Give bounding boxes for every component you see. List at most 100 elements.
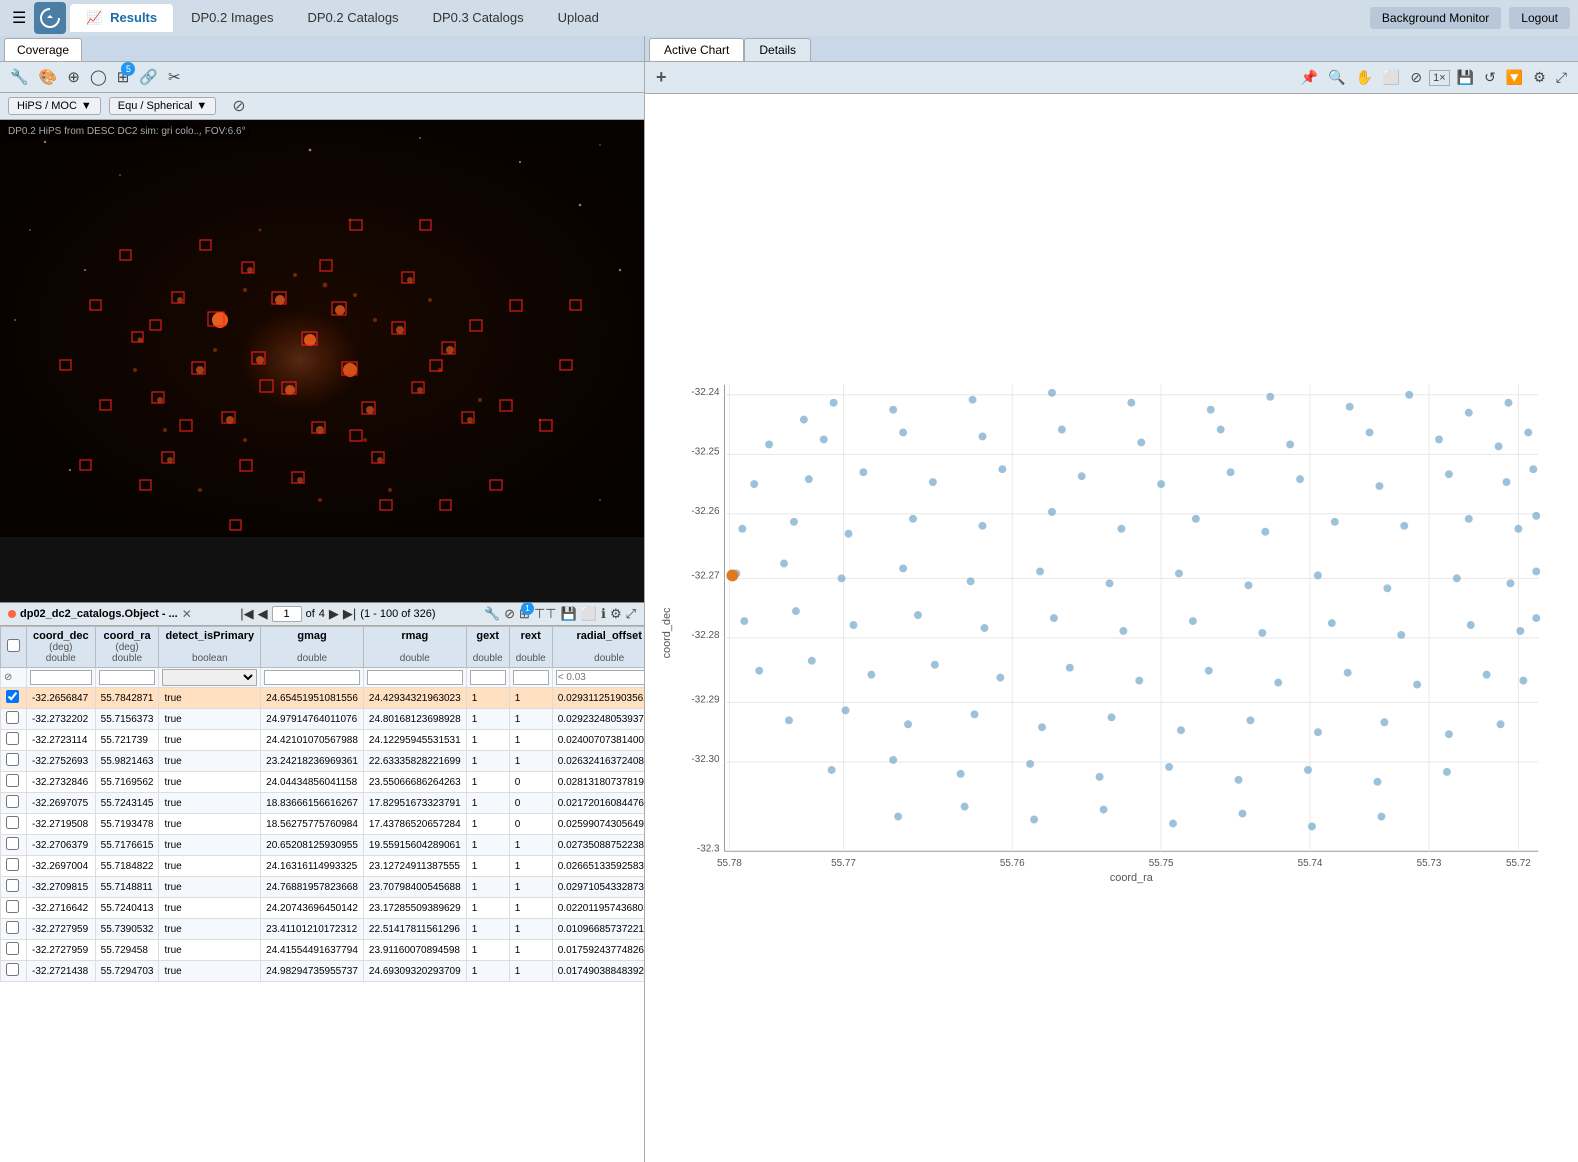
table-tools-icon[interactable]: 🔧 bbox=[484, 606, 500, 622]
filter-radial-offset-input[interactable] bbox=[556, 670, 644, 685]
table-row[interactable]: -32.269707555.7243145true18.836661566162… bbox=[1, 793, 645, 814]
table-row[interactable]: -32.270981555.7148811true24.768819578236… bbox=[1, 877, 645, 898]
filter-coord-dec[interactable] bbox=[27, 668, 96, 688]
row-checkbox[interactable] bbox=[6, 711, 19, 724]
table-row[interactable]: -32.265684755.7842871true24.654519510815… bbox=[1, 688, 645, 709]
row-checkbox[interactable] bbox=[6, 858, 19, 871]
chart-save-icon[interactable]: 💾 bbox=[1454, 67, 1477, 88]
row-checkbox-cell[interactable] bbox=[1, 793, 27, 814]
table-save-icon[interactable]: 💾 bbox=[561, 606, 577, 622]
add-chart-icon[interactable]: + bbox=[653, 65, 670, 90]
table-tab-close[interactable]: ✕ bbox=[182, 607, 192, 621]
table-row[interactable]: -32.269700455.7184822true24.163161149933… bbox=[1, 856, 645, 877]
chain-icon[interactable]: 🔗 bbox=[137, 66, 160, 88]
row-checkbox[interactable] bbox=[6, 837, 19, 850]
tab-details[interactable]: Details bbox=[744, 38, 811, 61]
recenter-icon[interactable]: ⊕ bbox=[65, 66, 82, 88]
table-row[interactable]: -32.272795955.7390532true23.411012101723… bbox=[1, 919, 645, 940]
row-checkbox-cell[interactable] bbox=[1, 940, 27, 961]
row-checkbox-cell[interactable] bbox=[1, 751, 27, 772]
tab-dp02-images[interactable]: DP0.2 Images bbox=[175, 4, 289, 32]
chart-hand-icon[interactable]: ✋ bbox=[1352, 67, 1375, 88]
table-row[interactable]: -32.275269355.9821463true23.242182369693… bbox=[1, 751, 645, 772]
chart-refresh-icon[interactable]: ↺ bbox=[1481, 67, 1499, 88]
filter-detect-isprimary[interactable]: truefalse bbox=[159, 668, 261, 688]
table-row[interactable]: -32.272143855.7294703true24.982947359557… bbox=[1, 961, 645, 982]
filter-rext[interactable] bbox=[509, 668, 552, 688]
scissors-icon[interactable]: ✂ bbox=[166, 66, 183, 88]
wrench-icon[interactable]: 🔧 bbox=[8, 66, 31, 88]
row-checkbox-cell[interactable] bbox=[1, 961, 27, 982]
filter-gext-input[interactable] bbox=[470, 670, 506, 685]
table-row[interactable]: -32.271950855.7193478true18.562757757609… bbox=[1, 814, 645, 835]
row-checkbox[interactable] bbox=[6, 753, 19, 766]
page-number-input[interactable]: 1 bbox=[272, 606, 302, 622]
background-monitor-button[interactable]: Background Monitor bbox=[1370, 7, 1501, 29]
chart-zoom-1x-icon[interactable]: 1× bbox=[1429, 70, 1450, 86]
chart-expand-icon[interactable]: ⤢ bbox=[1553, 67, 1570, 88]
table-badge-icon[interactable]: ⊞1 bbox=[519, 606, 530, 622]
row-checkbox[interactable] bbox=[6, 900, 19, 913]
tab-upload[interactable]: Upload bbox=[542, 4, 615, 32]
chart-pin-icon[interactable]: 📌 bbox=[1298, 67, 1321, 88]
filter-rmag[interactable] bbox=[363, 668, 466, 688]
chart-filter-icon[interactable]: ⊘ bbox=[1407, 67, 1425, 88]
row-checkbox-cell[interactable] bbox=[1, 688, 27, 709]
hips-moc-dropdown[interactable]: HiPS / MOC ▼ bbox=[8, 97, 101, 115]
palette-icon[interactable]: 🎨 bbox=[37, 66, 60, 88]
filter-coord-ra[interactable] bbox=[95, 668, 159, 688]
row-checkbox-cell[interactable] bbox=[1, 709, 27, 730]
table-row[interactable]: -32.270637955.7176615true20.652081259309… bbox=[1, 835, 645, 856]
table-info-icon[interactable]: ℹ bbox=[601, 606, 606, 622]
row-checkbox[interactable] bbox=[6, 942, 19, 955]
filter-gmag-input[interactable] bbox=[264, 670, 360, 685]
hamburger-icon[interactable]: ☰ bbox=[8, 4, 30, 32]
row-checkbox[interactable] bbox=[6, 795, 19, 808]
tab-results[interactable]: 📈 Results bbox=[70, 4, 173, 32]
row-checkbox[interactable] bbox=[6, 732, 19, 745]
table-row[interactable]: -32.272311455.721739true24.4210107056798… bbox=[1, 730, 645, 751]
filter-gmag[interactable] bbox=[261, 668, 364, 688]
coord-dropdown[interactable]: Equ / Spherical ▼ bbox=[109, 97, 217, 115]
table-scroll-area[interactable]: coord_dec (deg) double coord_ra (deg) do… bbox=[0, 626, 644, 1162]
row-checkbox-cell[interactable] bbox=[1, 772, 27, 793]
layers-icon[interactable]: ⊞5 bbox=[115, 66, 132, 88]
row-checkbox-cell[interactable] bbox=[1, 814, 27, 835]
table-row[interactable]: -32.273284655.7169562true24.044348560411… bbox=[1, 772, 645, 793]
row-checkbox[interactable] bbox=[6, 774, 19, 787]
table-filter-icon[interactable]: ⊘ bbox=[504, 606, 515, 622]
row-checkbox[interactable] bbox=[6, 816, 19, 829]
table-row[interactable]: -32.271664255.7240413true24.207436964501… bbox=[1, 898, 645, 919]
row-checkbox-cell[interactable] bbox=[1, 730, 27, 751]
tab-dp03-catalogs[interactable]: DP0.3 Catalogs bbox=[417, 4, 540, 32]
last-page-button[interactable]: ▶| bbox=[343, 606, 356, 622]
table-row[interactable]: -32.273220255.7156373true24.979147640110… bbox=[1, 709, 645, 730]
logout-button[interactable]: Logout bbox=[1509, 7, 1570, 29]
row-checkbox[interactable] bbox=[6, 879, 19, 892]
row-checkbox[interactable] bbox=[6, 963, 19, 976]
first-page-button[interactable]: |◀ bbox=[240, 606, 253, 622]
tab-active-chart[interactable]: Active Chart bbox=[649, 38, 744, 61]
filter-radial-offset[interactable] bbox=[552, 668, 644, 688]
no-filter-icon[interactable]: ⊘ bbox=[232, 96, 245, 116]
table-more-icon[interactable]: ⤢ bbox=[626, 606, 636, 622]
table-expand-icon[interactable]: ⬜ bbox=[581, 606, 597, 622]
filter-coord-dec-input[interactable] bbox=[30, 670, 92, 685]
row-checkbox-cell[interactable] bbox=[1, 898, 27, 919]
filter-isprimary-select[interactable]: truefalse bbox=[162, 669, 257, 686]
select-all-checkbox[interactable] bbox=[7, 639, 20, 652]
coverage-tab[interactable]: Coverage bbox=[4, 38, 82, 61]
table-settings-icon[interactable]: ⚙ bbox=[610, 606, 622, 622]
tab-dp02-catalogs[interactable]: DP0.2 Catalogs bbox=[292, 4, 415, 32]
filter-coord-ra-input[interactable] bbox=[99, 670, 156, 685]
row-checkbox-cell[interactable] bbox=[1, 919, 27, 940]
next-page-button[interactable]: ▶ bbox=[329, 606, 339, 622]
row-checkbox[interactable] bbox=[6, 921, 19, 934]
table-columns-icon[interactable]: ⊤⊤ bbox=[534, 606, 557, 622]
row-checkbox-cell[interactable] bbox=[1, 877, 27, 898]
chart-settings-icon[interactable]: ⚙ bbox=[1530, 67, 1549, 88]
circle-icon[interactable]: ◯ bbox=[88, 66, 109, 88]
table-tab[interactable]: dp02_dc2_catalogs.Object - ... ✕ bbox=[8, 607, 192, 621]
chart-filter2-icon[interactable]: 🔽 bbox=[1503, 67, 1526, 88]
row-checkbox[interactable] bbox=[6, 690, 19, 703]
